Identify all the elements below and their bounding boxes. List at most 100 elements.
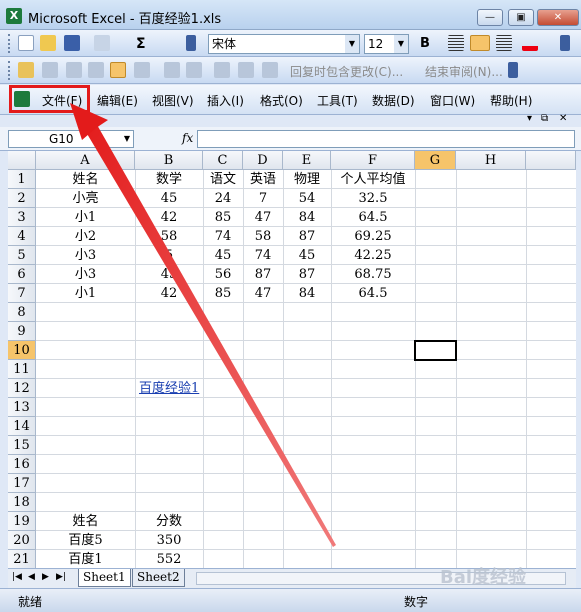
review-icon[interactable] [134, 62, 150, 78]
cell-f1[interactable]: 个人平均值 [331, 170, 415, 189]
column-header-d[interactable]: D [243, 151, 283, 170]
cell-b21[interactable]: 552 [135, 550, 203, 568]
bold-button[interactable]: B [420, 36, 430, 51]
row-header-8[interactable]: 8 [8, 303, 36, 322]
column-header-b[interactable]: B [135, 151, 203, 170]
toolbar-options-icon[interactable] [560, 35, 570, 51]
column-header-extra[interactable] [526, 151, 576, 170]
cell-e7[interactable]: 84 [283, 284, 331, 303]
cell-f7[interactable]: 64.5 [331, 284, 415, 303]
menu-data[interactable]: 数据(D) [372, 92, 415, 109]
cell-b20[interactable]: 350 [135, 531, 203, 550]
cell-b1[interactable]: 数学 [135, 170, 203, 189]
row-header-18[interactable]: 18 [8, 493, 36, 512]
next-sheet-icon[interactable]: ▶ [42, 572, 49, 582]
cell-f4[interactable]: 69.25 [331, 227, 415, 246]
row-header-10[interactable]: 10 [8, 341, 36, 360]
column-header-a[interactable]: A [36, 151, 135, 170]
undo-icon[interactable] [94, 35, 110, 51]
row-header-16[interactable]: 16 [8, 455, 36, 474]
cell-a2[interactable]: 小亮 [36, 189, 135, 208]
cell-b2[interactable]: 45 [135, 189, 203, 208]
cell-e4[interactable]: 87 [283, 227, 331, 246]
review-icon[interactable] [88, 62, 104, 78]
row-header-12[interactable]: 12 [8, 379, 36, 398]
cell-a19[interactable]: 姓名 [36, 512, 135, 531]
cell-a7[interactable]: 小1 [36, 284, 135, 303]
menu-edit[interactable]: 编辑(E) [97, 92, 138, 109]
menu-insert[interactable]: 插入(I) [207, 92, 244, 109]
cell-e6[interactable]: 87 [283, 265, 331, 284]
cell-d7[interactable]: 47 [243, 284, 283, 303]
cell-d4[interactable]: 58 [243, 227, 283, 246]
cell-b5[interactable]: 5 [135, 246, 203, 265]
font-name-select[interactable]: 宋体 ▼ [208, 34, 360, 54]
cell-a5[interactable]: 小3 [36, 246, 135, 265]
reply-with-changes-button[interactable]: 回复时包含更改(C)... [290, 63, 403, 80]
sheet-tab-sheet1[interactable]: Sheet1 [78, 569, 131, 587]
row-header-11[interactable]: 11 [8, 360, 36, 379]
column-header-g[interactable]: G [415, 151, 456, 170]
cell-b7[interactable]: 42 [135, 284, 203, 303]
cell-f5[interactable]: 42.25 [331, 246, 415, 265]
cell-c1[interactable]: 语文 [203, 170, 243, 189]
cell-c2[interactable]: 24 [203, 189, 243, 208]
review-icon[interactable] [186, 62, 202, 78]
row-header-4[interactable]: 4 [8, 227, 36, 246]
chevron-down-icon[interactable]: ▼ [121, 131, 133, 147]
cell-a20[interactable]: 百度5 [36, 531, 135, 550]
review-icon[interactable] [110, 62, 126, 78]
menu-window[interactable]: 窗口(W) [430, 92, 475, 109]
row-header-1[interactable]: 1 [8, 170, 36, 189]
cell-d5[interactable]: 74 [243, 246, 283, 265]
name-box[interactable]: G10 ▼ [8, 130, 134, 148]
cell-c7[interactable]: 85 [203, 284, 243, 303]
cell-f2[interactable]: 32.5 [331, 189, 415, 208]
row-header-19[interactable]: 19 [8, 512, 36, 531]
menu-help[interactable]: 帮助(H) [490, 92, 532, 109]
cell-d2[interactable]: 7 [243, 189, 283, 208]
review-icon[interactable] [262, 62, 278, 78]
formula-input[interactable] [197, 130, 575, 148]
cell-e5[interactable]: 45 [283, 246, 331, 265]
row-header-17[interactable]: 17 [8, 474, 36, 493]
cell-a1[interactable]: 姓名 [36, 170, 135, 189]
toolbar-grip[interactable] [8, 34, 11, 53]
row-header-13[interactable]: 13 [8, 398, 36, 417]
review-icon[interactable] [238, 62, 254, 78]
doc-close-icon[interactable]: ✕ [559, 113, 567, 124]
align-left-icon[interactable] [448, 35, 464, 51]
cell-b4[interactable]: 58 [135, 227, 203, 246]
cell-f6[interactable]: 68.75 [331, 265, 415, 284]
first-sheet-icon[interactable]: |◀ [12, 572, 22, 582]
toolbar-grip[interactable] [8, 61, 11, 80]
cell-b3[interactable]: 42 [135, 208, 203, 227]
column-header-e[interactable]: E [283, 151, 331, 170]
cell-b6[interactable]: 45 [135, 265, 203, 284]
save-icon[interactable] [64, 35, 80, 51]
toolbar-options-icon[interactable] [186, 35, 196, 51]
cell-c5[interactable]: 45 [203, 246, 243, 265]
font-color-icon[interactable] [522, 35, 538, 51]
font-size-select[interactable]: 12 ▼ [364, 34, 409, 54]
chevron-down-icon[interactable]: ▼ [394, 35, 408, 53]
sheet-tab-sheet2[interactable]: Sheet2 [132, 569, 185, 587]
row-header-3[interactable]: 3 [8, 208, 36, 227]
menu-tools[interactable]: 工具(T) [317, 92, 358, 109]
active-cell-g10[interactable] [414, 340, 457, 361]
row-header-14[interactable]: 14 [8, 417, 36, 436]
cell-e3[interactable]: 84 [283, 208, 331, 227]
minimize-button[interactable]: — [477, 9, 503, 26]
review-icon[interactable] [164, 62, 180, 78]
prev-sheet-icon[interactable]: ◀ [28, 572, 35, 582]
cell-a21[interactable]: 百度1 [36, 550, 135, 568]
last-sheet-icon[interactable]: ▶| [56, 572, 66, 582]
row-header-21[interactable]: 21 [8, 550, 36, 568]
cell-c4[interactable]: 74 [203, 227, 243, 246]
row-header-15[interactable]: 15 [8, 436, 36, 455]
doc-minimize-icon[interactable]: ▾ [527, 113, 532, 124]
column-header-c[interactable]: C [203, 151, 243, 170]
cell-c6[interactable]: 56 [203, 265, 243, 284]
cell-d1[interactable]: 英语 [243, 170, 283, 189]
review-icon[interactable] [214, 62, 230, 78]
